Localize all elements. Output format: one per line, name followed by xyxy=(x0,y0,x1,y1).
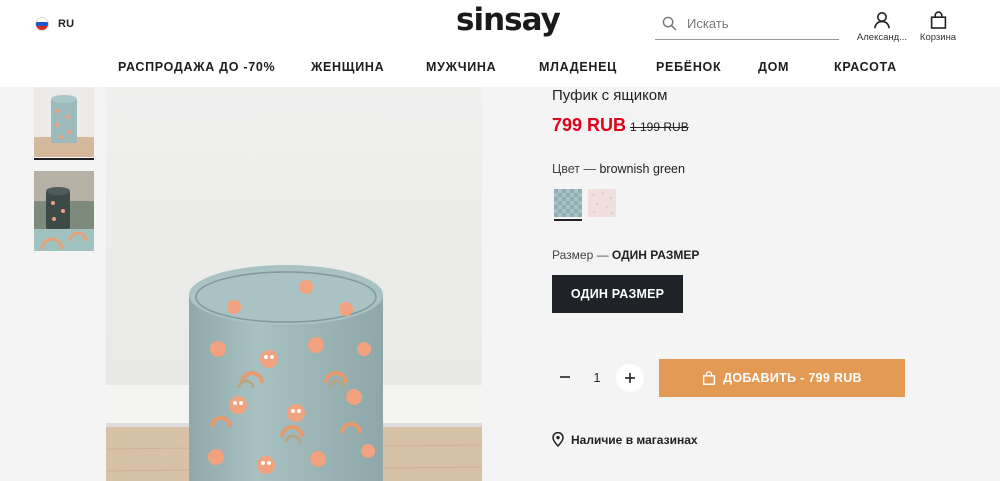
product-main-image[interactable] xyxy=(106,87,482,481)
add-to-cart-button[interactable]: ДОБАВИТЬ - 799 RUB xyxy=(659,359,905,397)
nav-item-men[interactable]: МУЖЧИНА xyxy=(426,60,496,74)
cart-label: Корзина xyxy=(919,32,957,43)
size-value: ОДИН РАЗМЕР xyxy=(611,248,700,262)
russia-flag-icon xyxy=(35,17,49,31)
product-thumbnail-2[interactable] xyxy=(34,171,94,251)
minus-icon xyxy=(560,376,570,378)
thumbnail-active-indicator xyxy=(34,158,94,160)
product-title: Пуфик с ящиком xyxy=(552,87,668,104)
swatch-active-indicator xyxy=(554,219,582,221)
quantity-increase-button[interactable] xyxy=(616,364,644,392)
nav-item-sale[interactable]: РАСПРОДАЖА ДО -70% xyxy=(118,60,275,74)
nav-item-beauty[interactable]: КРАСОТА xyxy=(834,60,897,74)
account-label: Александ... xyxy=(856,32,908,43)
color-swatch-brownish-green[interactable] xyxy=(554,189,582,217)
nav-item-home[interactable]: ДОМ xyxy=(758,60,789,74)
store-availability-link[interactable]: Наличие в магазинах xyxy=(552,432,698,447)
nav-item-kids[interactable]: РЕБЁНОК xyxy=(656,60,721,74)
size-option-button[interactable]: ОДИН РАЗМЕР xyxy=(552,275,683,313)
map-pin-icon xyxy=(552,432,564,447)
site-header: RU sinsay Александ... Корзина РАСПРОДАЖА… xyxy=(0,0,1000,87)
nav-item-women[interactable]: ЖЕНЩИНА xyxy=(311,60,384,74)
user-icon xyxy=(874,12,890,29)
color-info: Цвет — brownish green xyxy=(552,162,685,176)
store-availability-label: Наличие в магазинах xyxy=(571,432,698,447)
color-value: brownish green xyxy=(599,162,685,176)
language-selector[interactable]: RU xyxy=(35,17,74,31)
add-to-cart-label: ДОБАВИТЬ - 799 RUB xyxy=(723,371,862,385)
sinsay-logo[interactable]: sinsay xyxy=(456,2,561,42)
plus-icon xyxy=(625,373,635,383)
product-page: Пуфик с ящиком 799 RUB 1 199 RUB Цвет — … xyxy=(0,87,1000,481)
language-code: RU xyxy=(58,18,75,30)
cart-button[interactable]: Корзина xyxy=(917,11,959,43)
size-label: Размер — xyxy=(552,248,612,262)
quantity-decrease-button[interactable] xyxy=(552,364,578,390)
product-thumbnail-1[interactable] xyxy=(34,87,94,157)
shopping-bag-icon xyxy=(930,11,946,29)
main-nav: РАСПРОДАЖА ДО -70% ЖЕНЩИНА МУЖЧИНА МЛАДЕ… xyxy=(0,60,1000,76)
product-price: 799 RUB xyxy=(552,115,627,135)
color-swatch-pink[interactable] xyxy=(588,189,616,217)
shopping-bag-icon xyxy=(703,371,716,385)
product-old-price: 1 199 RUB xyxy=(630,120,689,134)
nav-item-baby[interactable]: МЛАДЕНЕЦ xyxy=(539,60,617,74)
color-label: Цвет — xyxy=(552,162,600,176)
search-input[interactable] xyxy=(687,16,837,31)
account-button[interactable]: Александ... xyxy=(852,11,912,43)
size-info: Размер — ОДИН РАЗМЕР xyxy=(552,248,699,262)
search-icon xyxy=(662,16,677,31)
quantity-value: 1 xyxy=(593,371,601,385)
search-bar[interactable] xyxy=(655,8,839,40)
